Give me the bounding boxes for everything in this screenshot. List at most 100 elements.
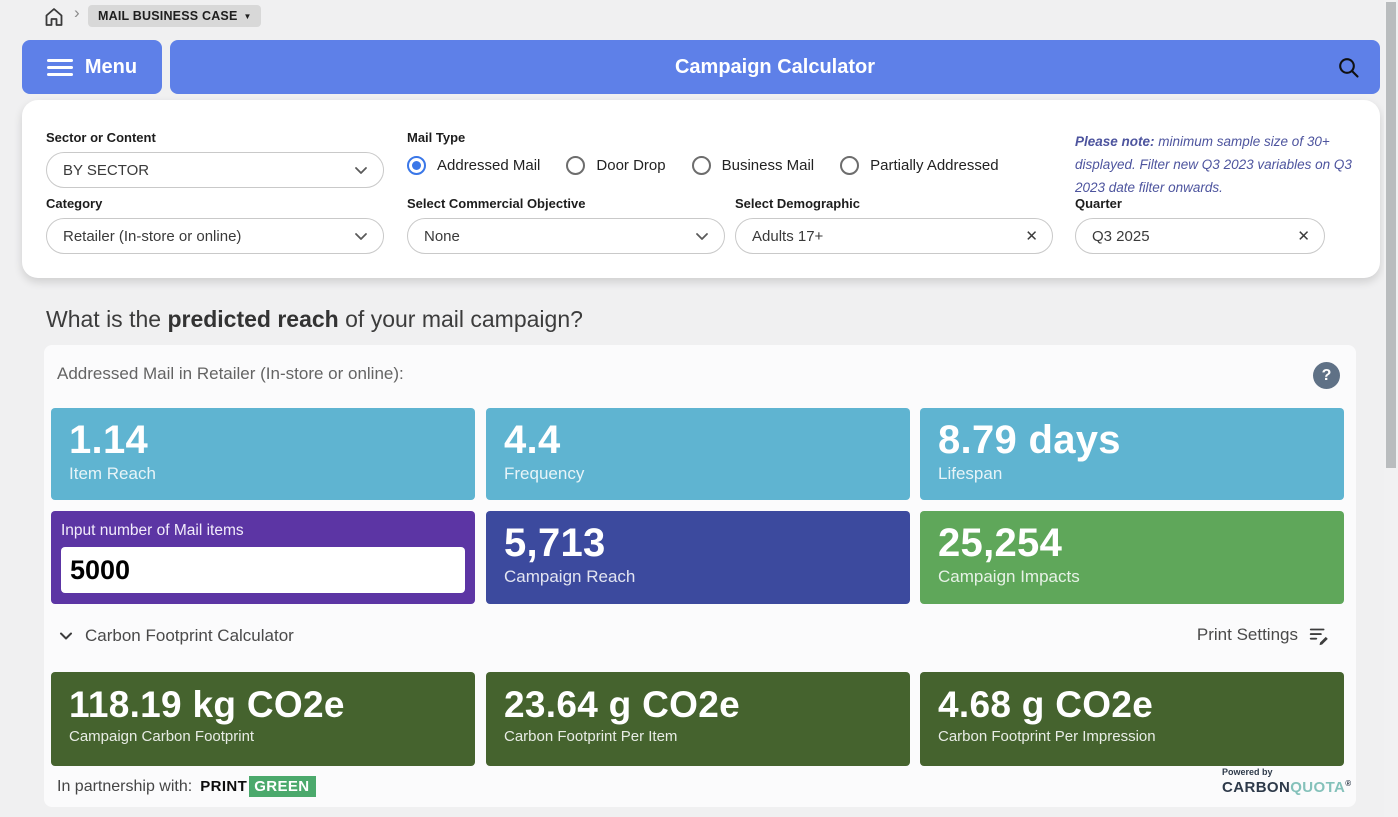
carbonquota-carbon: CARBON xyxy=(1222,779,1290,796)
mail-items-input-tile: Input number of Mail items xyxy=(51,511,475,604)
campaign-reach-value: 5,713 xyxy=(504,521,910,566)
campaign-carbon-value: 118.19 kg CO2e xyxy=(69,684,475,725)
radio-addressed-mail[interactable]: Addressed Mail xyxy=(407,156,540,175)
question-post: of your mail campaign? xyxy=(339,306,583,332)
scrollbar-thumb[interactable] xyxy=(1386,2,1396,468)
campaign-carbon-label: Campaign Carbon Footprint xyxy=(69,728,475,745)
radio-partially-addressed[interactable]: Partially Addressed xyxy=(840,156,998,175)
radio-door-drop[interactable]: Door Drop xyxy=(566,156,665,175)
header-title-bar: Campaign Calculator xyxy=(170,40,1380,94)
clear-icon[interactable]: ✕ xyxy=(1297,227,1310,245)
lifespan-tile: 8.79 days Lifespan xyxy=(920,408,1344,500)
category-value: Retailer (In-store or online) xyxy=(63,228,345,245)
carbon-per-impression-tile: 4.68 g CO2e Carbon Footprint Per Impress… xyxy=(920,672,1344,766)
carbon-per-item-label: Carbon Footprint Per Item xyxy=(504,728,910,745)
search-icon[interactable] xyxy=(1336,55,1362,81)
printgreen-print: PRINT xyxy=(200,778,247,795)
lifespan-label: Lifespan xyxy=(938,464,1344,484)
radio-unselected-icon xyxy=(840,156,859,175)
item-reach-tile: 1.14 Item Reach xyxy=(51,408,475,500)
campaign-impacts-value: 25,254 xyxy=(938,521,1344,566)
note-bold: Please note: xyxy=(1075,134,1155,149)
mail-items-input[interactable] xyxy=(61,547,465,593)
carbon-per-impression-label: Carbon Footprint Per Impression xyxy=(938,728,1344,745)
radio-unselected-icon xyxy=(692,156,711,175)
objective-select[interactable]: None xyxy=(407,218,725,254)
frequency-value: 4.4 xyxy=(504,418,910,463)
quarter-select[interactable]: Q3 2025 ✕ xyxy=(1075,218,1325,254)
campaign-impacts-tile: 25,254 Campaign Impacts xyxy=(920,511,1344,604)
campaign-carbon-tile: 118.19 kg CO2e Campaign Carbon Footprint xyxy=(51,672,475,766)
radio-label: Addressed Mail xyxy=(437,157,540,174)
carbon-footprint-title: Carbon Footprint Calculator xyxy=(85,626,294,646)
sector-label: Sector or Content xyxy=(46,130,156,145)
question-pre: What is the xyxy=(46,306,167,332)
lifespan-value: 8.79 days xyxy=(938,418,1344,463)
partnership-row: In partnership with: PRINTGREEN xyxy=(57,778,316,796)
breadcrumb-separator-icon: › xyxy=(74,3,80,23)
objective-value: None xyxy=(424,228,686,245)
frequency-tile: 4.4 Frequency xyxy=(486,408,910,500)
clear-icon[interactable]: ✕ xyxy=(1025,227,1038,245)
powered-by-label: Powered by xyxy=(1222,767,1352,777)
chevron-down-icon xyxy=(353,162,369,178)
sector-value: BY SECTOR xyxy=(63,162,345,179)
objective-label: Select Commercial Objective xyxy=(407,196,585,211)
campaign-impacts-label: Campaign Impacts xyxy=(938,567,1344,587)
panel-title: Addressed Mail in Retailer (In-store or … xyxy=(57,364,404,384)
question-heading: What is the predicted reach of your mail… xyxy=(46,306,583,333)
item-reach-value: 1.14 xyxy=(69,418,475,463)
frequency-label: Frequency xyxy=(504,464,910,484)
sector-select[interactable]: BY SECTOR xyxy=(46,152,384,188)
campaign-calculator-page: › MAIL BUSINESS CASE ▼ Menu Campaign Cal… xyxy=(0,0,1398,817)
home-icon[interactable] xyxy=(42,5,66,29)
carbonquota-quota: QUOTA xyxy=(1290,779,1345,796)
radio-label: Door Drop xyxy=(596,157,665,174)
demographic-value: Adults 17+ xyxy=(752,228,1017,245)
campaign-reach-label: Campaign Reach xyxy=(504,567,910,587)
radio-label: Business Mail xyxy=(722,157,815,174)
menu-button[interactable]: Menu xyxy=(22,40,162,94)
carbonquota-wordmark: CARBONQUOTA® xyxy=(1222,779,1352,796)
note-text: Please note: minimum sample size of 30+ … xyxy=(1075,130,1371,200)
hamburger-icon xyxy=(47,59,73,76)
print-settings-button[interactable]: Print Settings xyxy=(1197,624,1330,646)
results-panel: Addressed Mail in Retailer (In-store or … xyxy=(44,345,1356,807)
item-reach-label: Item Reach xyxy=(69,464,475,484)
quarter-value: Q3 2025 xyxy=(1092,228,1289,245)
category-select[interactable]: Retailer (In-store or online) xyxy=(46,218,384,254)
page-title: Campaign Calculator xyxy=(170,40,1380,94)
radio-business-mail[interactable]: Business Mail xyxy=(692,156,815,175)
demographic-label: Select Demographic xyxy=(735,196,860,211)
help-icon[interactable]: ? xyxy=(1313,362,1340,389)
chevron-down-icon xyxy=(694,228,710,244)
breadcrumb-bar: › MAIL BUSINESS CASE ▼ xyxy=(0,0,1398,34)
radio-label: Partially Addressed xyxy=(870,157,998,174)
caret-down-icon: ▼ xyxy=(244,12,252,21)
category-label: Category xyxy=(46,196,102,211)
menu-button-label: Menu xyxy=(85,56,137,79)
breadcrumb-current[interactable]: MAIL BUSINESS CASE ▼ xyxy=(88,5,261,27)
chevron-down-icon xyxy=(353,228,369,244)
carbon-per-impression-value: 4.68 g CO2e xyxy=(938,684,1344,725)
radio-selected-icon xyxy=(407,156,426,175)
campaign-reach-tile: 5,713 Campaign Reach xyxy=(486,511,910,604)
carbon-per-item-value: 23.64 g CO2e xyxy=(504,684,910,725)
mail-type-label: Mail Type xyxy=(407,130,465,145)
question-bold: predicted reach xyxy=(167,306,338,332)
demographic-select[interactable]: Adults 17+ ✕ xyxy=(735,218,1053,254)
printgreen-logo: PRINTGREEN xyxy=(200,778,315,796)
edit-list-icon xyxy=(1308,624,1330,646)
carbon-per-item-tile: 23.64 g CO2e Carbon Footprint Per Item xyxy=(486,672,910,766)
registered-mark: ® xyxy=(1345,779,1351,788)
carbon-footprint-toggle[interactable]: Carbon Footprint Calculator xyxy=(57,626,294,646)
page-scrollbar[interactable] xyxy=(1384,0,1398,817)
breadcrumb-label: MAIL BUSINESS CASE xyxy=(98,9,238,23)
mail-items-input-label: Input number of Mail items xyxy=(61,522,475,540)
printgreen-green: GREEN xyxy=(249,776,315,797)
mail-type-radio-group: Addressed Mail Door Drop Business Mail P… xyxy=(407,156,999,175)
print-settings-label: Print Settings xyxy=(1197,625,1298,645)
chevron-down-icon xyxy=(57,627,75,645)
quarter-label: Quarter xyxy=(1075,196,1122,211)
filter-panel: Sector or Content BY SECTOR Mail Type Ad… xyxy=(22,100,1380,278)
